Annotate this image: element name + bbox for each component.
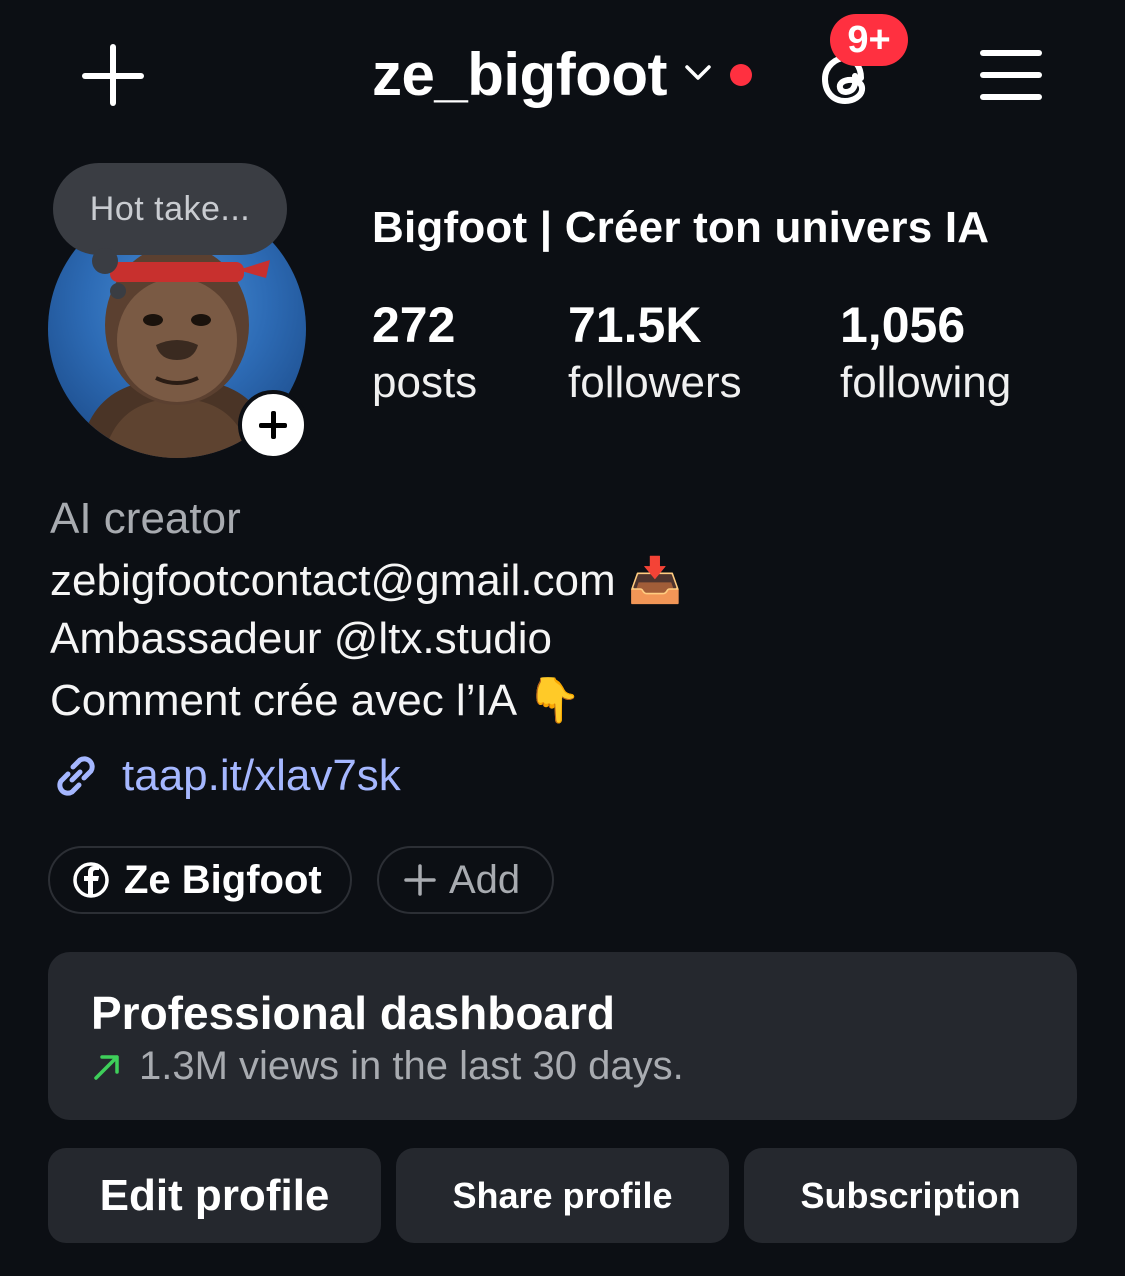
dashboard-title: Professional dashboard xyxy=(91,987,616,1039)
category-label: AI creator xyxy=(50,494,241,543)
followers-count: 71.5K xyxy=(568,297,702,353)
facebook-icon xyxy=(73,862,109,898)
dashboard-subtitle: 1.3M views in the last 30 days. xyxy=(139,1044,684,1088)
add-chip-label: Add xyxy=(449,857,521,902)
followers-stat[interactable]: 71.5K followers xyxy=(568,296,742,408)
followers-label: followers xyxy=(568,358,742,407)
posts-label: posts xyxy=(372,358,478,407)
note-bubble-tail xyxy=(92,248,118,274)
bio-line: zebigfootcontact@gmail.com 📥 xyxy=(50,556,683,605)
note-bubble[interactable]: Hot take... xyxy=(53,163,287,255)
notification-badge: 9+ xyxy=(830,14,908,66)
menu-bar xyxy=(980,94,1042,100)
link-icon xyxy=(57,756,95,796)
username-switcher[interactable]: ze_bigfoot xyxy=(372,40,667,109)
professional-dashboard-card[interactable]: Professional dashboard 1.3M views in the… xyxy=(48,952,1077,1120)
bio-line: Ambassadeur @ltx.studio xyxy=(50,614,553,663)
posts-count: 272 xyxy=(372,297,456,353)
facebook-profile-chip[interactable]: Ze Bigfoot xyxy=(48,846,352,914)
posts-stat[interactable]: 272 posts xyxy=(372,296,477,408)
menu-icon[interactable] xyxy=(980,50,1042,100)
note-bubble-tail xyxy=(110,283,126,299)
menu-bar xyxy=(980,72,1042,78)
unread-dot xyxy=(730,64,752,86)
trend-up-arrow-icon xyxy=(94,1054,119,1080)
add-link-chip[interactable]: Add xyxy=(377,846,554,914)
add-story-icon[interactable] xyxy=(238,390,308,460)
subscription-button[interactable]: Subscription xyxy=(744,1148,1077,1243)
share-profile-button[interactable]: Share profile xyxy=(396,1148,729,1243)
following-count: 1,056 xyxy=(840,297,966,353)
display-name: Bigfoot | Créer ton univers IA xyxy=(372,203,990,252)
facebook-chip-label: Ze Bigfoot xyxy=(124,857,322,902)
chevron-down-icon[interactable] xyxy=(684,62,712,84)
bio-link-text[interactable]: taap.it/xlav7sk xyxy=(122,751,401,801)
following-stat[interactable]: 1,056 following xyxy=(840,296,1011,408)
plus-icon xyxy=(404,864,436,896)
create-plus-icon[interactable] xyxy=(82,44,146,108)
dashboard-subtitle-row: 1.3M views in the last 30 days. xyxy=(91,1044,684,1089)
menu-bar xyxy=(980,50,1042,56)
edit-profile-button[interactable]: Edit profile xyxy=(48,1148,381,1243)
bio-link[interactable]: taap.it/xlav7sk xyxy=(50,750,401,802)
following-label: following xyxy=(840,358,1012,407)
bio-line: Comment crée avec l’IA 👇 xyxy=(50,676,582,725)
